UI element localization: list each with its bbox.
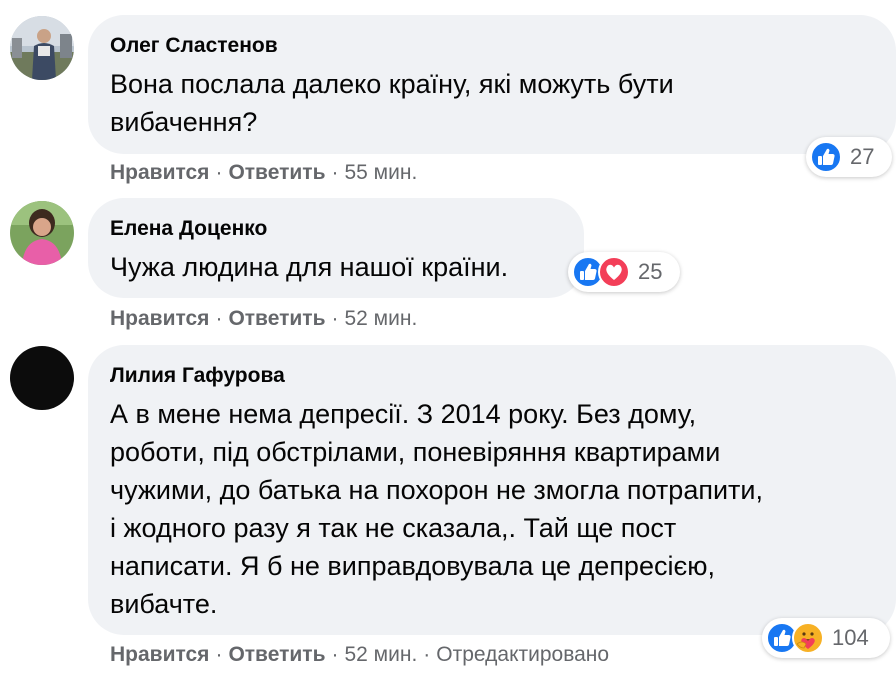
care-icon: [792, 622, 824, 654]
comment-text: А в мене нема депресії. З 2014 року. Без…: [110, 395, 872, 623]
reply-button[interactable]: Ответить: [228, 643, 325, 666]
avatar[interactable]: [10, 346, 74, 410]
avatar[interactable]: [10, 201, 74, 265]
reactions-summary[interactable]: 27: [806, 137, 892, 177]
separator: ·: [331, 161, 339, 184]
comment-text-line: написати. Я б не виправдовувала це депре…: [110, 551, 715, 581]
avatar[interactable]: [10, 16, 74, 80]
comment-text-line: вибачте.: [110, 589, 218, 619]
comment-text-line: вибачення?: [110, 107, 258, 137]
like-button[interactable]: Нравится: [110, 307, 209, 330]
comment-text-line: Вона послала далеко країну, які можуть б…: [110, 69, 674, 99]
author-name[interactable]: Елена Доценко: [110, 216, 560, 242]
timestamp[interactable]: 52 мин.: [344, 307, 417, 330]
reactions-summary[interactable]: 104: [762, 618, 890, 658]
comment-text: Чужа людина для нашої країни.: [110, 248, 560, 286]
reactions-summary[interactable]: 25: [568, 252, 680, 292]
comment-text-line: роботи, під обстрілами, поневіряння квар…: [110, 437, 721, 467]
separator: ·: [215, 161, 223, 184]
separator: ·: [215, 643, 223, 666]
comment-text: Вона послала далеко країну, які можуть б…: [110, 65, 872, 141]
like-button[interactable]: Нравится: [110, 643, 209, 666]
author-name[interactable]: Олег Сластенов: [110, 33, 872, 59]
like-icon: [810, 141, 842, 173]
timestamp[interactable]: 55 мин.: [344, 161, 417, 184]
comment-actions: Нравится · Ответить · 55 мин.: [110, 160, 417, 186]
love-icon: [598, 256, 630, 288]
reaction-count: 25: [638, 259, 663, 284]
reply-button[interactable]: Ответить: [228, 161, 325, 184]
separator: ·: [423, 643, 431, 666]
separator: ·: [331, 307, 339, 330]
comment-text-line: Чужа людина для нашої країни.: [110, 252, 509, 282]
comment-text-line: і жодного разу я так не сказала,. Тай ще…: [110, 513, 677, 543]
comment-bubble: Елена Доценко Чужа людина для нашої краї…: [88, 198, 584, 298]
reply-button[interactable]: Ответить: [228, 307, 325, 330]
reaction-count: 104: [832, 625, 869, 650]
reaction-count: 27: [850, 144, 875, 169]
timestamp[interactable]: 52 мин.: [344, 643, 417, 666]
comment-actions: Нравится · Ответить · 52 мин. · Отредактирован…: [110, 642, 609, 668]
comment-text-line: чужими, до батька на похорон не змогла п…: [110, 475, 763, 505]
separator: ·: [215, 307, 223, 330]
separator: ·: [331, 643, 339, 666]
comment-actions: Нравится · Ответить · 52 мин.: [110, 306, 417, 332]
comment-bubble: Лилия Гафурова А в мене нема депресії. З…: [88, 345, 896, 635]
edited-label[interactable]: Отредактировано: [436, 643, 609, 666]
author-name[interactable]: Лилия Гафурова: [110, 363, 872, 389]
comment-text-line: А в мене нема депресії. З 2014 року. Без…: [110, 399, 697, 429]
comment-bubble: Олег Сластенов Вона послала далеко країн…: [88, 15, 896, 154]
like-button[interactable]: Нравится: [110, 161, 209, 184]
